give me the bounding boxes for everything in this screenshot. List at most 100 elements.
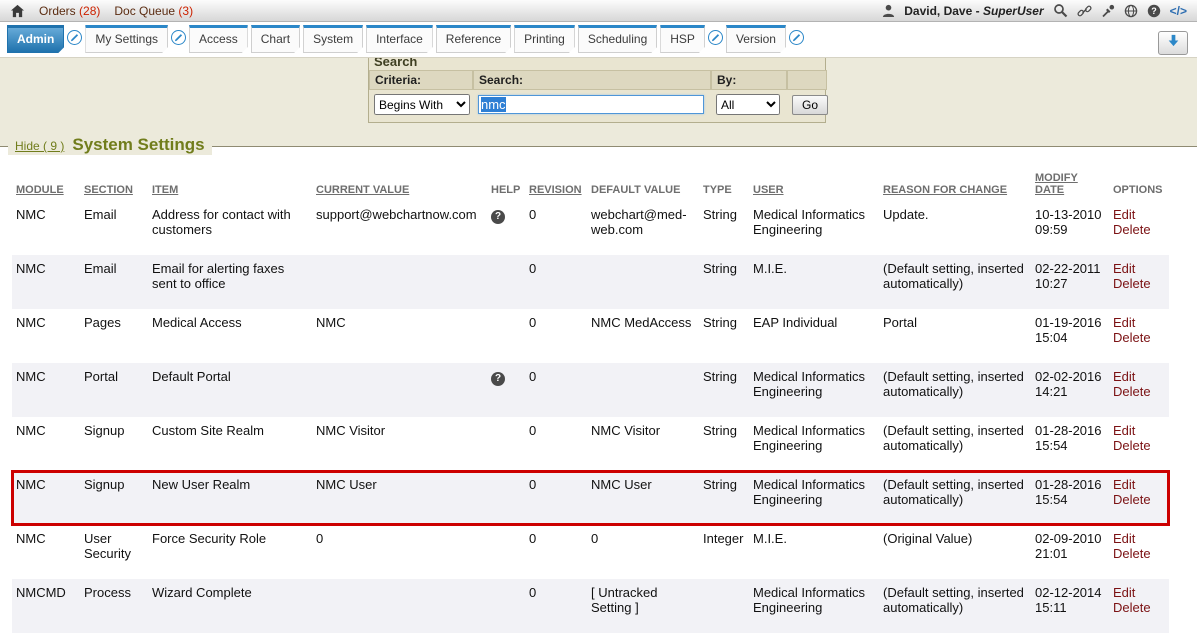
edit-link[interactable]: Edit (1113, 531, 1165, 546)
cell-section: Process (80, 579, 148, 633)
cell-module: NMC (12, 471, 80, 525)
settings-table: MODULESECTIONITEMCURRENT VALUEHELPREVISI… (12, 169, 1169, 633)
cell-default-value (587, 255, 699, 309)
delete-link[interactable]: Delete (1113, 546, 1165, 561)
column-header-reason-for-change[interactable]: REASON FOR CHANGE (879, 169, 1031, 201)
cell-help (487, 471, 525, 525)
cell-user: M.I.E. (749, 255, 879, 309)
cell-user: Medical Informatics Engineering (749, 363, 879, 417)
tab-reference[interactable]: Reference (436, 25, 511, 53)
edit-link[interactable]: Edit (1113, 369, 1165, 384)
cell-options: EditDelete (1109, 309, 1169, 363)
tab-system[interactable]: System (303, 25, 363, 53)
help-icon[interactable]: ? (491, 372, 505, 386)
tab-edit-pencil-icon[interactable] (789, 30, 804, 45)
cell-type (699, 579, 749, 633)
by-label: By: (711, 70, 787, 90)
cell-type: String (699, 255, 749, 309)
column-header-module[interactable]: MODULE (12, 169, 80, 201)
section-legend: Hide ( 9 ) System Settings (8, 135, 212, 155)
help-icon[interactable]: ? (491, 210, 505, 224)
cell-default-value: NMC MedAccess (587, 309, 699, 363)
tab-version[interactable]: Version (726, 25, 786, 53)
doc-queue-link[interactable]: Doc Queue (3) (114, 4, 193, 18)
cell-item: Email for alerting faxes sent to office (148, 255, 312, 309)
delete-link[interactable]: Delete (1113, 222, 1165, 237)
tab-strip: Admin My Settings Access Chart SystemInterfa… (0, 22, 1197, 58)
edit-link[interactable]: Edit (1113, 423, 1165, 438)
go-button[interactable]: Go (792, 95, 828, 115)
delete-link[interactable]: Delete (1113, 492, 1165, 507)
dropper-icon[interactable] (1101, 4, 1115, 18)
link-icon[interactable] (1077, 4, 1092, 18)
column-header-section[interactable]: SECTION (80, 169, 148, 201)
top-bar: Orders (28) Doc Queue (3) David, Dave - … (0, 0, 1197, 22)
code-icon[interactable]: </> (1170, 4, 1187, 18)
tab-scheduling[interactable]: Scheduling (578, 25, 657, 53)
hide-link[interactable]: Hide ( 9 ) (15, 139, 64, 153)
table-row: NMCPortalDefault Portal?0StringMedical I… (12, 363, 1169, 417)
tab-interface[interactable]: Interface (366, 25, 433, 53)
user-name-text: David, Dave - (904, 4, 983, 18)
cell-user: Medical Informatics Engineering (749, 417, 879, 471)
tab-chart[interactable]: Chart (251, 25, 300, 53)
tab-label: Scheduling (588, 32, 647, 46)
globe-icon[interactable] (1124, 4, 1138, 18)
tab-admin[interactable]: Admin (7, 25, 64, 53)
column-header-current-value[interactable]: CURRENT VALUE (312, 169, 487, 201)
edit-link[interactable]: Edit (1113, 585, 1165, 600)
delete-link[interactable]: Delete (1113, 276, 1165, 291)
cell-reason: (Default setting, inserted automatically… (879, 363, 1031, 417)
tab-access[interactable]: Access (189, 25, 248, 53)
delete-link[interactable]: Delete (1113, 600, 1165, 615)
search-input[interactable]: nmc (478, 95, 704, 114)
by-select[interactable]: All (716, 94, 780, 115)
edit-link[interactable]: Edit (1113, 477, 1165, 492)
orders-count: (28) (79, 4, 100, 18)
edit-link[interactable]: Edit (1113, 315, 1165, 330)
tab-printing[interactable]: Printing (514, 25, 575, 53)
tab-label: Admin (17, 32, 54, 46)
tab-label: HSP (670, 32, 695, 46)
cell-date: 02-12-2014 15:11 (1031, 579, 1109, 633)
cell-help: ? (487, 363, 525, 417)
column-header-user[interactable]: USER (749, 169, 879, 201)
cell-options: EditDelete (1109, 579, 1169, 633)
delete-link[interactable]: Delete (1113, 384, 1165, 399)
cell-type: String (699, 309, 749, 363)
cell-reason: (Default setting, inserted automatically… (879, 417, 1031, 471)
search-cell: nmc (473, 90, 711, 122)
tab-edit-pencil-icon[interactable] (708, 30, 723, 45)
cell-module: NMCMD (12, 579, 80, 633)
tab-edit-pencil-icon[interactable] (67, 30, 82, 45)
column-header-item[interactable]: ITEM (148, 169, 312, 201)
tab-my-settings[interactable]: My Settings (85, 25, 168, 53)
criteria-select[interactable]: Begins With (374, 94, 470, 115)
home-icon[interactable] (10, 4, 25, 18)
help-icon[interactable]: ? (1147, 4, 1161, 18)
search-icon[interactable] (1053, 3, 1068, 18)
tab-label: Chart (261, 32, 290, 46)
cell-default-value: NMC User (587, 471, 699, 525)
cell-default-value: webchart@med-web.com (587, 201, 699, 255)
edit-link[interactable]: Edit (1113, 207, 1165, 222)
column-header-modify-date[interactable]: MODIFY DATE (1031, 169, 1109, 201)
cell-current-value: support@webchartnow.com (312, 201, 487, 255)
delete-link[interactable]: Delete (1113, 330, 1165, 345)
tab-hsp[interactable]: HSP (660, 25, 705, 53)
cell-reason: Portal (879, 309, 1031, 363)
cell-current-value (312, 255, 487, 309)
user-name: David, Dave - SuperUser (904, 4, 1043, 18)
table-row: NMCMDProcessWizard Complete0[ Untracked … (12, 579, 1169, 633)
delete-link[interactable]: Delete (1113, 438, 1165, 453)
cell-revision: 0 (525, 201, 587, 255)
cell-user: Medical Informatics Engineering (749, 579, 879, 633)
edit-link[interactable]: Edit (1113, 261, 1165, 276)
scroll-down-button[interactable] (1158, 31, 1188, 55)
system-settings-section: Hide ( 9 ) System Settings MODULESECTION… (0, 146, 1197, 612)
table-row: NMCSignupCustom Site RealmNMC Visitor0NM… (12, 417, 1169, 471)
tab-edit-pencil-icon[interactable] (171, 30, 186, 45)
orders-link[interactable]: Orders (28) (39, 4, 100, 18)
cell-options: EditDelete (1109, 201, 1169, 255)
column-header-revision[interactable]: REVISION (525, 169, 587, 201)
